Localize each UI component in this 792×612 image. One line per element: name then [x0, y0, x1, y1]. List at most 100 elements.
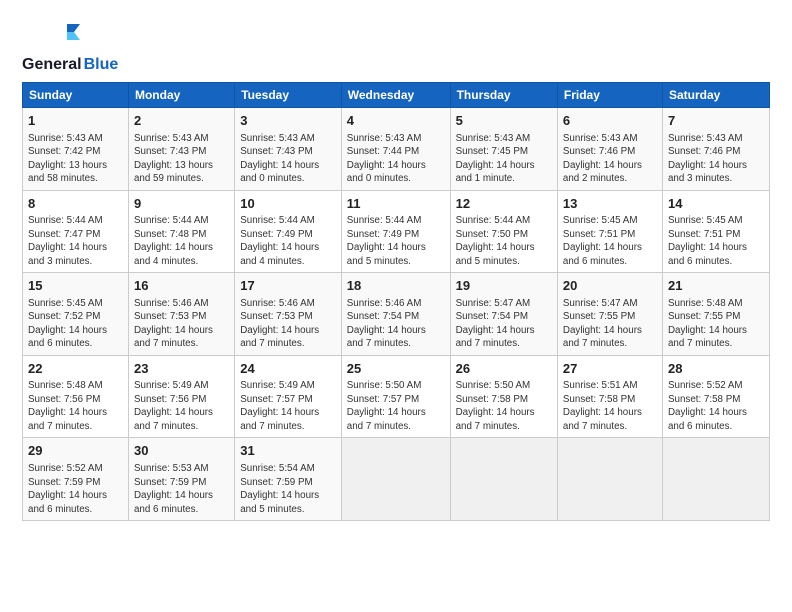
- day-number: 21: [668, 277, 764, 295]
- day-detail: Sunrise: 5:46 AM Sunset: 7:53 PM Dayligh…: [240, 297, 336, 351]
- day-number: 20: [563, 277, 657, 295]
- logo-blue: Blue: [84, 56, 119, 74]
- day-number: 13: [563, 195, 657, 213]
- calendar-cell: 25Sunrise: 5:50 AM Sunset: 7:57 PM Dayli…: [341, 355, 450, 438]
- header: GeneralBlue: [22, 18, 770, 74]
- day-number: 17: [240, 277, 336, 295]
- day-number: 23: [134, 360, 229, 378]
- calendar-week-3: 15 Sunrise: 5:45 AM Sunset: 7:52 PM Dayli…: [23, 273, 770, 356]
- day-detail: Sunrise: 5:50 AM Sunset: 7:58 PM Dayligh…: [456, 379, 552, 433]
- day-detail: Sunrise: 5:53 AM Sunset: 7:59 PM Dayligh…: [134, 462, 229, 516]
- day-number: 11: [347, 195, 445, 213]
- calendar-week-4: 22Sunrise: 5:48 AM Sunset: 7:56 PM Dayli…: [23, 355, 770, 438]
- calendar-week-5: 29 Sunrise: 5:52 AM Sunset: 7:59 PM Dayli…: [23, 438, 770, 521]
- calendar-week-1: 1 Sunrise: 5:43 AM Sunset: 7:42 PM Daylig…: [23, 108, 770, 191]
- calendar-cell: 13Sunrise: 5:45 AM Sunset: 7:51 PM Dayli…: [557, 190, 662, 273]
- day-detail: Sunrise: 5:47 AM Sunset: 7:54 PM Dayligh…: [456, 297, 552, 351]
- day-detail: Sunrise: 5:43 AM Sunset: 7:42 PM Dayligh…: [28, 132, 123, 186]
- calendar-cell: 19Sunrise: 5:47 AM Sunset: 7:54 PM Dayli…: [450, 273, 557, 356]
- weekday-header-friday: Friday: [557, 83, 662, 108]
- calendar-cell: 22Sunrise: 5:48 AM Sunset: 7:56 PM Dayli…: [23, 355, 129, 438]
- day-detail: Sunrise: 5:43 AM Sunset: 7:45 PM Dayligh…: [456, 132, 552, 186]
- calendar-cell: 6 Sunrise: 5:43 AM Sunset: 7:46 PM Daylig…: [557, 108, 662, 191]
- day-number: 2: [134, 112, 229, 130]
- day-detail: Sunrise: 5:43 AM Sunset: 7:46 PM Dayligh…: [668, 132, 764, 186]
- day-detail: Sunrise: 5:45 AM Sunset: 7:51 PM Dayligh…: [668, 214, 764, 268]
- day-number: 25: [347, 360, 445, 378]
- calendar-cell: 27Sunrise: 5:51 AM Sunset: 7:58 PM Dayli…: [557, 355, 662, 438]
- day-number: 7: [668, 112, 764, 130]
- day-detail: Sunrise: 5:52 AM Sunset: 7:59 PM Dayligh…: [28, 462, 123, 516]
- logo-svg: [22, 18, 92, 54]
- calendar-cell: 16Sunrise: 5:46 AM Sunset: 7:53 PM Dayli…: [128, 273, 234, 356]
- calendar-cell: [557, 438, 662, 521]
- day-number: 31: [240, 442, 336, 460]
- calendar-cell: 9Sunrise: 5:44 AM Sunset: 7:48 PM Daylig…: [128, 190, 234, 273]
- day-detail: Sunrise: 5:49 AM Sunset: 7:57 PM Dayligh…: [240, 379, 336, 433]
- day-number: 5: [456, 112, 552, 130]
- weekday-header-sunday: Sunday: [23, 83, 129, 108]
- calendar-cell: 4 Sunrise: 5:43 AM Sunset: 7:44 PM Daylig…: [341, 108, 450, 191]
- day-detail: Sunrise: 5:49 AM Sunset: 7:56 PM Dayligh…: [134, 379, 229, 433]
- logo-general: General: [22, 56, 82, 74]
- day-number: 6: [563, 112, 657, 130]
- day-detail: Sunrise: 5:44 AM Sunset: 7:47 PM Dayligh…: [28, 214, 123, 268]
- calendar-cell: 31 Sunrise: 5:54 AM Sunset: 7:59 PM Dayli…: [235, 438, 342, 521]
- calendar-cell: 8Sunrise: 5:44 AM Sunset: 7:47 PM Daylig…: [23, 190, 129, 273]
- day-number: 4: [347, 112, 445, 130]
- day-number: 14: [668, 195, 764, 213]
- calendar-cell: 29 Sunrise: 5:52 AM Sunset: 7:59 PM Dayli…: [23, 438, 129, 521]
- day-detail: Sunrise: 5:44 AM Sunset: 7:50 PM Dayligh…: [456, 214, 552, 268]
- day-number: 28: [668, 360, 764, 378]
- day-number: 30: [134, 442, 229, 460]
- weekday-header-wednesday: Wednesday: [341, 83, 450, 108]
- calendar-cell: 17 Sunrise: 5:46 AM Sunset: 7:53 PM Dayli…: [235, 273, 342, 356]
- day-number: 8: [28, 195, 123, 213]
- calendar-cell: 21Sunrise: 5:48 AM Sunset: 7:55 PM Dayli…: [662, 273, 769, 356]
- day-number: 27: [563, 360, 657, 378]
- day-detail: Sunrise: 5:54 AM Sunset: 7:59 PM Dayligh…: [240, 462, 336, 516]
- day-detail: Sunrise: 5:45 AM Sunset: 7:52 PM Dayligh…: [28, 297, 123, 351]
- calendar-cell: 5 Sunrise: 5:43 AM Sunset: 7:45 PM Daylig…: [450, 108, 557, 191]
- calendar-cell: 24Sunrise: 5:49 AM Sunset: 7:57 PM Dayli…: [235, 355, 342, 438]
- calendar-header-row: SundayMondayTuesdayWednesdayThursdayFrid…: [23, 83, 770, 108]
- calendar-cell: 2 Sunrise: 5:43 AM Sunset: 7:43 PM Daylig…: [128, 108, 234, 191]
- calendar-cell: 30 Sunrise: 5:53 AM Sunset: 7:59 PM Dayli…: [128, 438, 234, 521]
- calendar-cell: 20Sunrise: 5:47 AM Sunset: 7:55 PM Dayli…: [557, 273, 662, 356]
- calendar-table: SundayMondayTuesdayWednesdayThursdayFrid…: [22, 82, 770, 521]
- calendar-cell: 1 Sunrise: 5:43 AM Sunset: 7:42 PM Daylig…: [23, 108, 129, 191]
- calendar-cell: [450, 438, 557, 521]
- day-number: 26: [456, 360, 552, 378]
- day-detail: Sunrise: 5:43 AM Sunset: 7:46 PM Dayligh…: [563, 132, 657, 186]
- calendar-cell: 12Sunrise: 5:44 AM Sunset: 7:50 PM Dayli…: [450, 190, 557, 273]
- day-number: 18: [347, 277, 445, 295]
- calendar-cell: 26Sunrise: 5:50 AM Sunset: 7:58 PM Dayli…: [450, 355, 557, 438]
- weekday-header-tuesday: Tuesday: [235, 83, 342, 108]
- day-detail: Sunrise: 5:44 AM Sunset: 7:48 PM Dayligh…: [134, 214, 229, 268]
- day-detail: Sunrise: 5:52 AM Sunset: 7:58 PM Dayligh…: [668, 379, 764, 433]
- page: GeneralBlue SundayMondayTuesdayWednesday…: [0, 0, 792, 612]
- calendar-cell: 15 Sunrise: 5:45 AM Sunset: 7:52 PM Dayli…: [23, 273, 129, 356]
- calendar-cell: 3Sunrise: 5:43 AM Sunset: 7:43 PM Daylig…: [235, 108, 342, 191]
- day-detail: Sunrise: 5:44 AM Sunset: 7:49 PM Dayligh…: [240, 214, 336, 268]
- weekday-header-thursday: Thursday: [450, 83, 557, 108]
- day-detail: Sunrise: 5:51 AM Sunset: 7:58 PM Dayligh…: [563, 379, 657, 433]
- day-detail: Sunrise: 5:43 AM Sunset: 7:44 PM Dayligh…: [347, 132, 445, 186]
- day-detail: Sunrise: 5:46 AM Sunset: 7:54 PM Dayligh…: [347, 297, 445, 351]
- day-detail: Sunrise: 5:50 AM Sunset: 7:57 PM Dayligh…: [347, 379, 445, 433]
- day-number: 10: [240, 195, 336, 213]
- weekday-header-saturday: Saturday: [662, 83, 769, 108]
- day-detail: Sunrise: 5:45 AM Sunset: 7:51 PM Dayligh…: [563, 214, 657, 268]
- day-number: 22: [28, 360, 123, 378]
- day-number: 24: [240, 360, 336, 378]
- day-number: 15: [28, 277, 123, 295]
- day-detail: Sunrise: 5:48 AM Sunset: 7:56 PM Dayligh…: [28, 379, 123, 433]
- day-detail: Sunrise: 5:43 AM Sunset: 7:43 PM Dayligh…: [134, 132, 229, 186]
- calendar-week-2: 8Sunrise: 5:44 AM Sunset: 7:47 PM Daylig…: [23, 190, 770, 273]
- logo: GeneralBlue: [22, 18, 118, 74]
- day-number: 29: [28, 442, 123, 460]
- day-number: 1: [28, 112, 123, 130]
- day-number: 9: [134, 195, 229, 213]
- calendar-cell: 18 Sunrise: 5:46 AM Sunset: 7:54 PM Dayli…: [341, 273, 450, 356]
- day-detail: Sunrise: 5:46 AM Sunset: 7:53 PM Dayligh…: [134, 297, 229, 351]
